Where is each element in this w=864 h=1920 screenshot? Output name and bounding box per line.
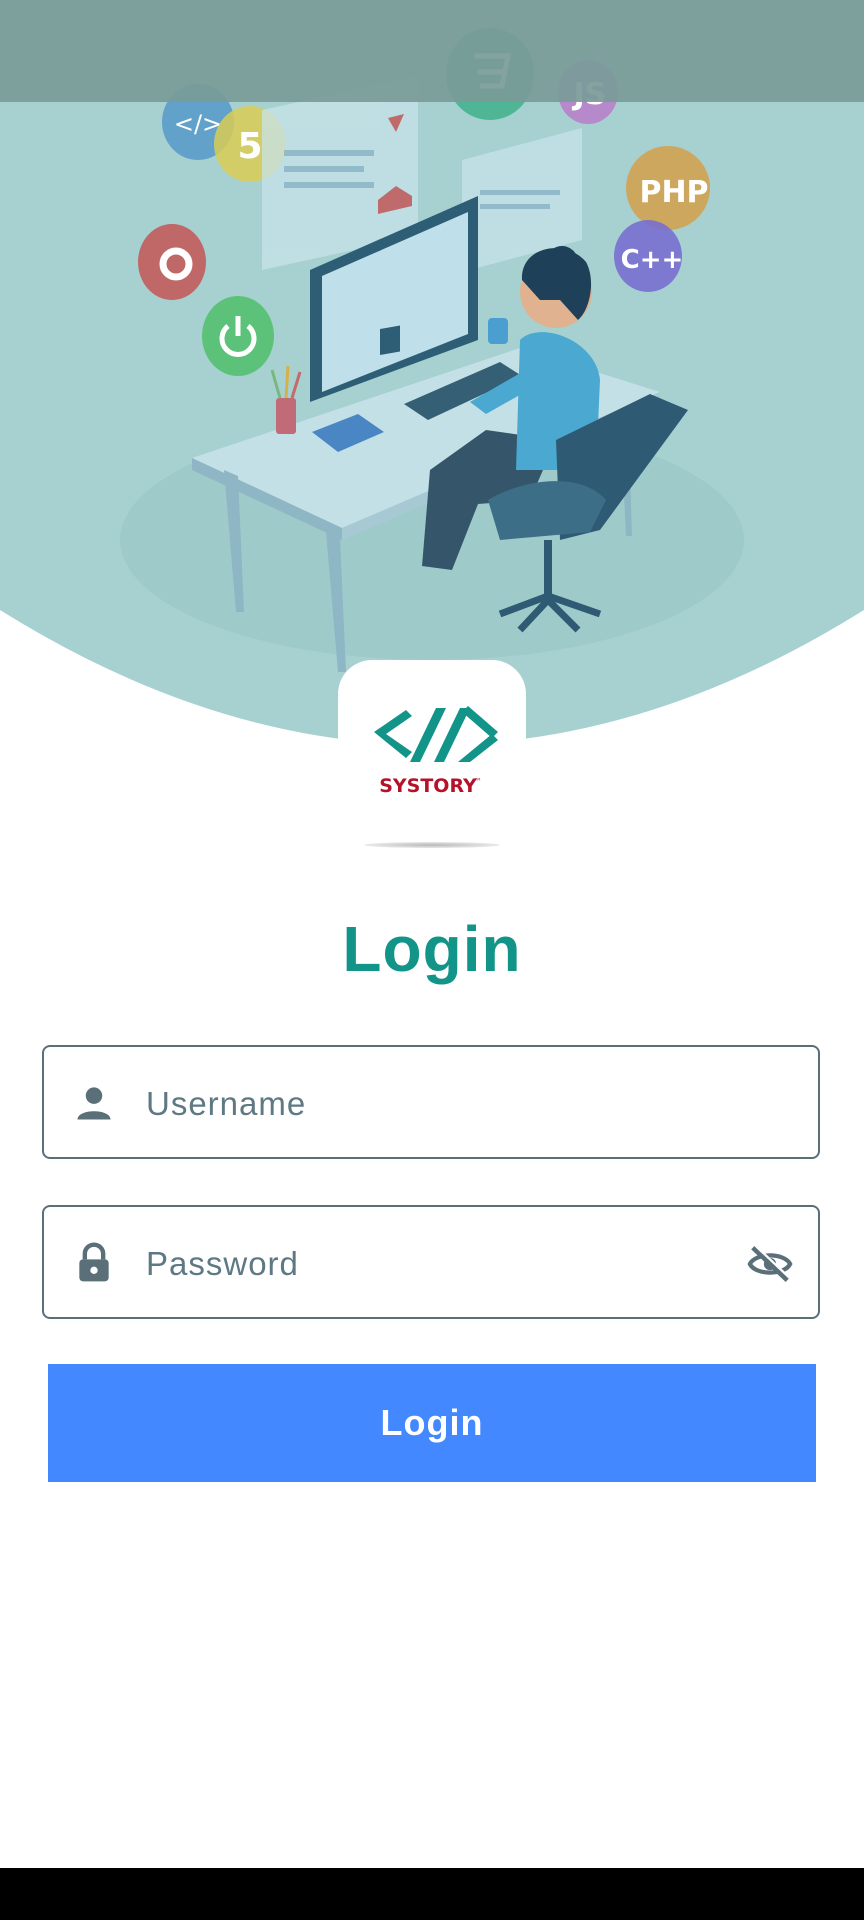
svg-text:5: 5	[237, 126, 262, 167]
username-field[interactable]	[42, 1045, 820, 1159]
person-icon	[77, 1087, 111, 1120]
php-badge-icon: PHP	[626, 146, 710, 230]
systory-logo-icon	[374, 706, 498, 762]
username-input[interactable]	[144, 1067, 748, 1141]
login-button[interactable]: Login	[48, 1364, 816, 1482]
brand-logo: SYSTORY ™	[338, 660, 526, 840]
svg-text:™: ™	[474, 777, 482, 786]
svg-text:PHP: PHP	[639, 175, 708, 210]
password-input[interactable]	[144, 1227, 748, 1301]
svg-text:C++: C++	[621, 245, 684, 275]
hero-illustration: </> 5 JS PHP C++	[0, 0, 864, 760]
power-badge-icon	[202, 296, 274, 376]
logo-shadow	[364, 842, 500, 848]
navigation-bar	[0, 1868, 864, 1920]
svg-text:</>: </>	[174, 110, 222, 138]
lock-icon	[79, 1242, 109, 1282]
page-title: Login	[342, 913, 522, 985]
eye-off-icon[interactable]	[746, 1241, 794, 1287]
brand-text: SYSTORY	[379, 775, 477, 797]
status-bar	[0, 0, 864, 102]
settings-badge-icon	[138, 224, 206, 300]
password-field[interactable]	[42, 1205, 820, 1319]
